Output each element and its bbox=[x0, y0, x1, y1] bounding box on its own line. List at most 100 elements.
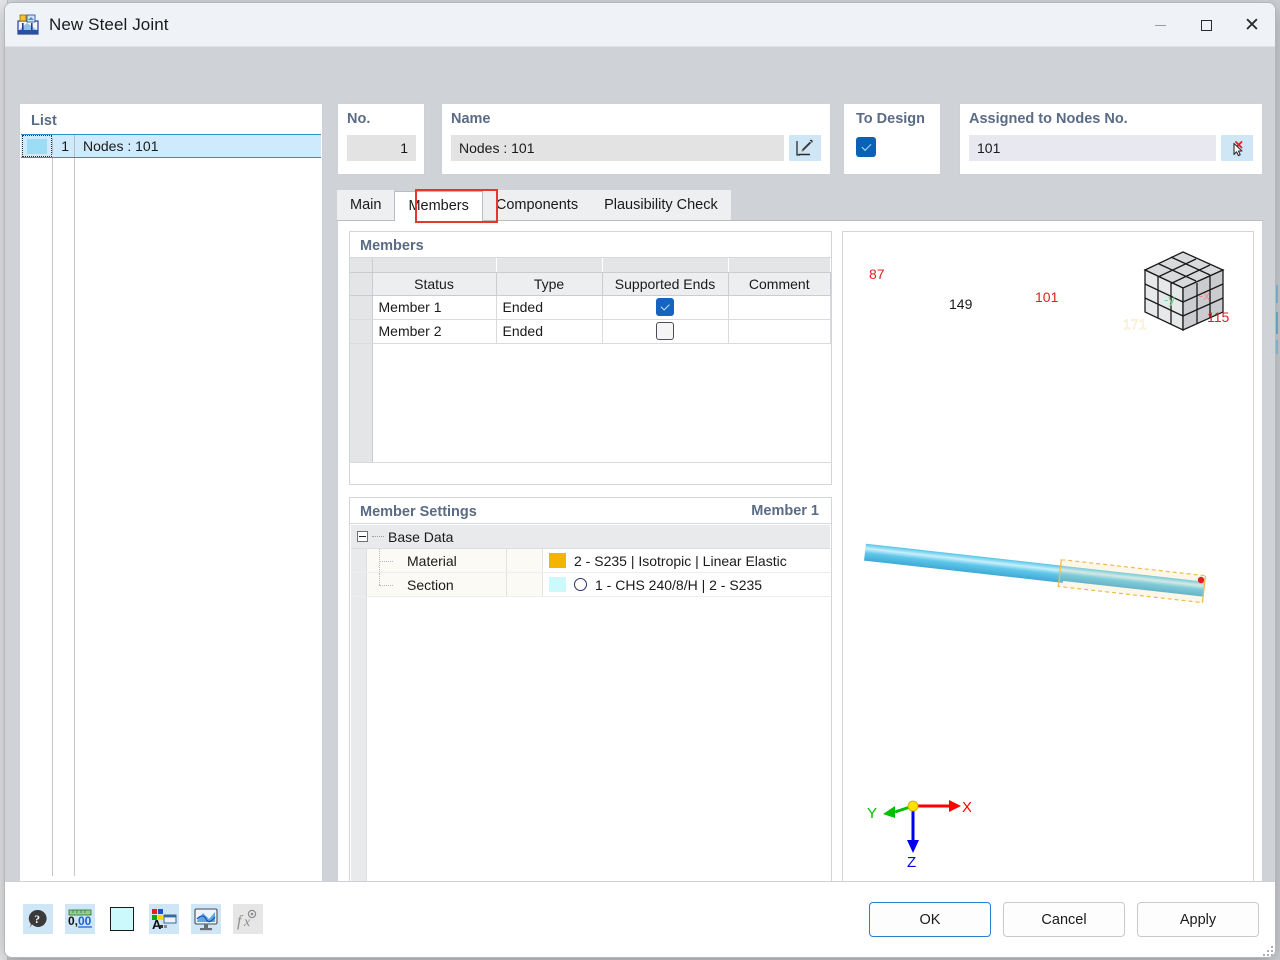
assigned-nodes-field[interactable]: 101 bbox=[969, 135, 1216, 161]
tree-connector-icon bbox=[367, 549, 407, 572]
list-rows: 1 Nodes : 101 bbox=[21, 134, 321, 876]
node-marker-115 bbox=[1197, 576, 1205, 584]
collapse-icon[interactable] bbox=[357, 531, 368, 542]
list-item-color-swatch[interactable] bbox=[22, 135, 52, 157]
color-button[interactable] bbox=[107, 904, 137, 934]
model-viewport[interactable]: -y -x 87 149 101 171 115 Y Z bbox=[842, 231, 1254, 919]
svg-text:0,: 0, bbox=[68, 914, 78, 928]
row-index[interactable] bbox=[350, 295, 373, 320]
tab-components[interactable]: Components bbox=[482, 190, 592, 220]
node-label-115: 115 bbox=[1207, 309, 1230, 325]
title-bar: New Steel Joint ✕ bbox=[5, 3, 1275, 47]
resize-grip[interactable] bbox=[1261, 944, 1273, 956]
tree-row-material[interactable]: Material 2 - S235 | Isotropic | Linear E… bbox=[351, 549, 830, 573]
cancel-button[interactable]: Cancel bbox=[1003, 902, 1125, 937]
edit-name-button[interactable] bbox=[789, 135, 821, 161]
to-design-checkbox[interactable] bbox=[856, 137, 876, 157]
dialog-action-buttons: OK Cancel Apply bbox=[869, 902, 1259, 937]
assigned-nodes-label: Assigned to Nodes No. bbox=[969, 111, 1128, 127]
cell-comment[interactable] bbox=[728, 295, 831, 320]
dialog-bottom-bar: ? 0, 00 A f x OK Cancel Apply bbox=[5, 881, 1275, 957]
list-item[interactable]: 1 Nodes : 101 bbox=[21, 134, 321, 158]
list-col-divider bbox=[74, 158, 75, 876]
list-col-divider bbox=[52, 158, 53, 876]
close-button[interactable]: ✕ bbox=[1229, 3, 1275, 47]
tab-plausibility-check[interactable]: Plausibility Check bbox=[591, 190, 731, 220]
members-tab-page: Members Status Type Supported Ends Comme… bbox=[337, 221, 1263, 929]
base-data-label: Base Data bbox=[388, 528, 454, 545]
material-label: Material bbox=[407, 552, 457, 569]
supported-ends-checkbox[interactable] bbox=[656, 322, 674, 340]
section-value: 1 - CHS 240/8/H | 2 - S235 bbox=[595, 576, 763, 593]
no-field[interactable]: 1 bbox=[347, 135, 416, 161]
list-title: List bbox=[31, 113, 57, 129]
col-supported-ends[interactable]: Supported Ends bbox=[602, 272, 729, 296]
tab-main-label: Main bbox=[350, 197, 382, 213]
steel-joint-model[interactable]: 87 149 101 171 115 bbox=[843, 232, 1253, 876]
no-panel: No. 1 bbox=[337, 103, 425, 175]
table-header-row: Status Type Supported Ends Comment bbox=[350, 272, 831, 296]
member-settings-subtitle: Member 1 bbox=[751, 503, 819, 519]
cell-status[interactable]: Member 1 bbox=[372, 295, 497, 320]
col-status[interactable]: Status bbox=[372, 272, 497, 296]
name-label: Name bbox=[451, 111, 491, 127]
svg-text:Z: Z bbox=[907, 854, 916, 868]
steel-joint-icon bbox=[17, 14, 39, 36]
maximize-button[interactable] bbox=[1183, 3, 1229, 47]
to-design-label: To Design bbox=[856, 111, 926, 127]
ok-button[interactable]: OK bbox=[869, 902, 991, 937]
no-label: No. bbox=[347, 111, 371, 127]
material-value: 2 - S235 | Isotropic | Linear Elastic bbox=[574, 552, 787, 569]
member-settings-header: Member Settings Member 1 bbox=[350, 498, 831, 524]
list-item-label: Nodes : 101 bbox=[74, 135, 321, 157]
tree-empty-area bbox=[351, 597, 830, 917]
table-row[interactable]: Member 2 Ended bbox=[350, 319, 831, 344]
svg-text:?: ? bbox=[34, 914, 40, 926]
tab-main[interactable]: Main bbox=[337, 190, 395, 220]
cell-supported-ends[interactable] bbox=[602, 295, 729, 320]
svg-text:f: f bbox=[237, 913, 244, 930]
cell-comment[interactable] bbox=[728, 319, 831, 344]
tree-group-base-data[interactable]: Base Data bbox=[351, 525, 830, 549]
members-group-title: Members bbox=[360, 238, 424, 254]
svg-text:A: A bbox=[152, 917, 162, 930]
circular-section-icon bbox=[574, 578, 587, 591]
viewport-canvas[interactable]: -y -x 87 149 101 171 115 Y Z bbox=[843, 232, 1253, 876]
members-group-header: Members bbox=[350, 232, 831, 258]
tab-plausibility-label: Plausibility Check bbox=[604, 197, 718, 213]
pick-nodes-icon bbox=[1233, 141, 1243, 157]
col-index bbox=[350, 272, 373, 296]
cell-type[interactable]: Ended bbox=[496, 295, 603, 320]
color-swatch-icon bbox=[110, 907, 134, 931]
supported-ends-checkbox[interactable] bbox=[656, 298, 674, 316]
col-type[interactable]: Type bbox=[496, 272, 603, 296]
name-field[interactable]: Nodes : 101 bbox=[451, 135, 784, 161]
cell-status[interactable]: Member 2 bbox=[372, 319, 497, 344]
maximize-icon bbox=[1200, 19, 1212, 31]
member-settings-tree: Base Data Material 2 - S235 | Isotropic … bbox=[351, 525, 830, 917]
row-index[interactable] bbox=[350, 319, 373, 344]
cell-supported-ends[interactable] bbox=[602, 319, 729, 344]
apply-button[interactable]: Apply bbox=[1137, 902, 1259, 937]
tree-connector-icon bbox=[367, 573, 407, 596]
tree-row-section[interactable]: Section 1 - CHS 240/8/H | 2 - S235 bbox=[351, 573, 830, 597]
close-icon: ✕ bbox=[1244, 14, 1260, 36]
col-comment[interactable]: Comment bbox=[728, 272, 831, 296]
pick-nodes-button[interactable] bbox=[1221, 135, 1253, 161]
new-steel-joint-dialog: New Steel Joint ✕ List 1 Nodes: 101 No.… bbox=[4, 2, 1276, 958]
list-panel: List 1 Nodes : 101 bbox=[19, 103, 323, 929]
display-properties-button[interactable]: A bbox=[149, 904, 179, 934]
cell-type[interactable]: Ended bbox=[496, 319, 603, 344]
dialog-content: List 1 Nodes : 101 No. 1 Name Nodes: 10… bbox=[5, 47, 1275, 929]
members-table: Status Type Supported Ends Comment Membe… bbox=[350, 258, 831, 463]
tab-members[interactable]: Members bbox=[394, 191, 483, 221]
section-label: Section bbox=[407, 576, 454, 593]
list-item-number: 1 bbox=[52, 138, 74, 154]
material-color-swatch bbox=[549, 553, 566, 568]
table-row[interactable]: Member 1 Ended bbox=[350, 295, 831, 320]
help-button[interactable]: ? bbox=[23, 904, 53, 934]
minimize-button[interactable] bbox=[1137, 3, 1183, 47]
graphic-settings-button[interactable] bbox=[191, 904, 221, 934]
units-button[interactable]: 0, 00 bbox=[65, 904, 95, 934]
svg-text:00: 00 bbox=[78, 914, 92, 928]
